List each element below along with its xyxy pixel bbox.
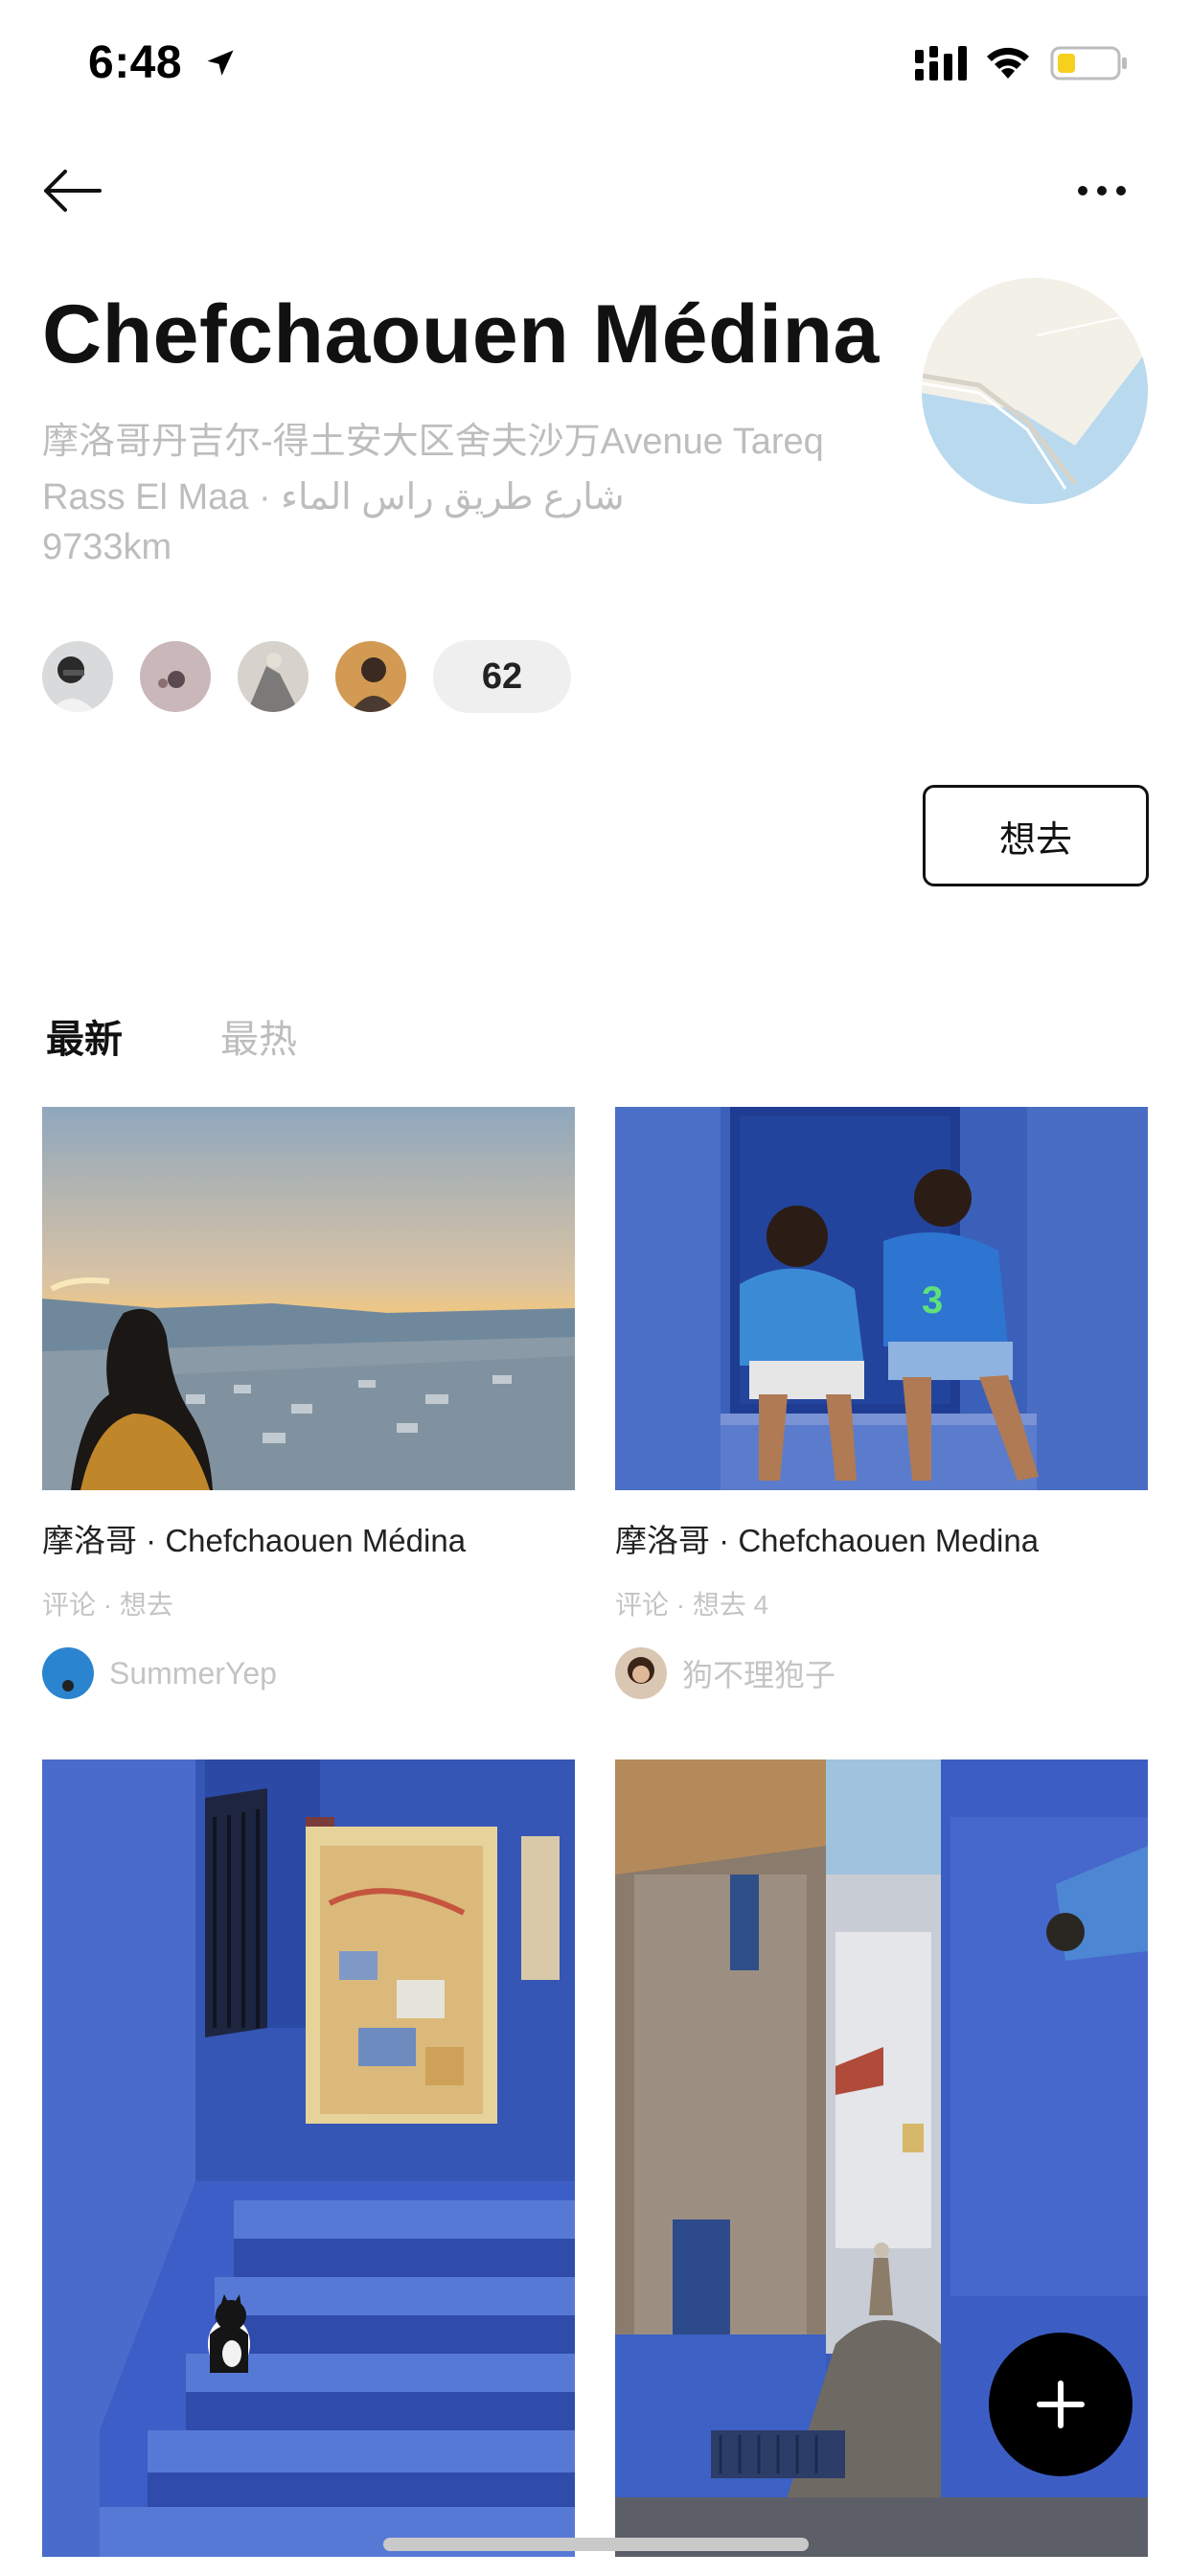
post-author[interactable]: SummerYep xyxy=(42,1647,575,1699)
avatar[interactable] xyxy=(238,641,309,712)
avatar[interactable] xyxy=(140,641,211,712)
map-thumbnail[interactable] xyxy=(922,278,1148,504)
back-button[interactable] xyxy=(38,157,105,224)
nav-bar xyxy=(0,128,1190,249)
avatar[interactable] xyxy=(335,641,406,712)
want-to-go-button[interactable]: 想去 xyxy=(923,785,1149,886)
post-card[interactable]: 摩洛哥 · Chefchaouen Médina 评论 · 想去 SummerY… xyxy=(42,1107,575,1699)
wifi-icon xyxy=(987,47,1029,79)
map-image xyxy=(922,278,1148,504)
status-bar: 6:48 xyxy=(0,0,1190,128)
more-horizontal-icon xyxy=(1078,186,1087,196)
post-meta: 评论 · 想去 4 xyxy=(615,1590,769,1620)
place-distance: 9733km xyxy=(42,527,172,567)
home-indicator[interactable] xyxy=(383,2538,809,2551)
post-image[interactable]: 3 xyxy=(615,1107,1148,1490)
post-image[interactable] xyxy=(42,1760,575,2557)
visitor-avatars[interactable]: 62 xyxy=(42,640,571,713)
post-title: 摩洛哥 · Chefchaouen Médina xyxy=(42,1523,467,1558)
avatar[interactable] xyxy=(615,1647,667,1699)
tab-hot[interactable]: 最热 xyxy=(220,1008,297,1064)
post-card[interactable]: 3 摩洛哥 · Chefchaouen Medina 评论 · 想去 4 狗不理… xyxy=(615,1107,1148,1699)
tab-latest[interactable]: 最新 xyxy=(46,1008,123,1064)
cellular-signal-icon xyxy=(915,46,967,80)
more-button[interactable] xyxy=(1064,157,1140,224)
post-card[interactable] xyxy=(42,1760,575,2557)
place-address: 摩洛哥丹吉尔-得土安大区舍夫沙万Avenue Tareq Rass El Maa… xyxy=(42,422,824,518)
status-time: 6:48 xyxy=(88,37,183,88)
location-arrow-icon xyxy=(207,50,234,76)
avatar[interactable] xyxy=(42,1647,94,1699)
post-image[interactable] xyxy=(42,1107,575,1490)
author-name: SummerYep xyxy=(109,1655,277,1690)
place-title: Chefchaouen Médina xyxy=(42,288,880,380)
author-name: 狗不理狍子 xyxy=(682,1658,836,1692)
arrow-left-icon xyxy=(44,170,102,212)
visitor-count[interactable]: 62 xyxy=(433,640,571,713)
svg-text:3: 3 xyxy=(922,1279,943,1322)
post-meta: 评论 · 想去 xyxy=(42,1590,173,1620)
post-title: 摩洛哥 · Chefchaouen Medina xyxy=(615,1523,1040,1558)
avatar[interactable] xyxy=(42,641,113,712)
plus-icon xyxy=(1037,2380,1085,2428)
battery-icon xyxy=(1050,46,1127,80)
post-author[interactable]: 狗不理狍子 xyxy=(615,1647,1148,1699)
add-post-button[interactable] xyxy=(989,2333,1133,2476)
